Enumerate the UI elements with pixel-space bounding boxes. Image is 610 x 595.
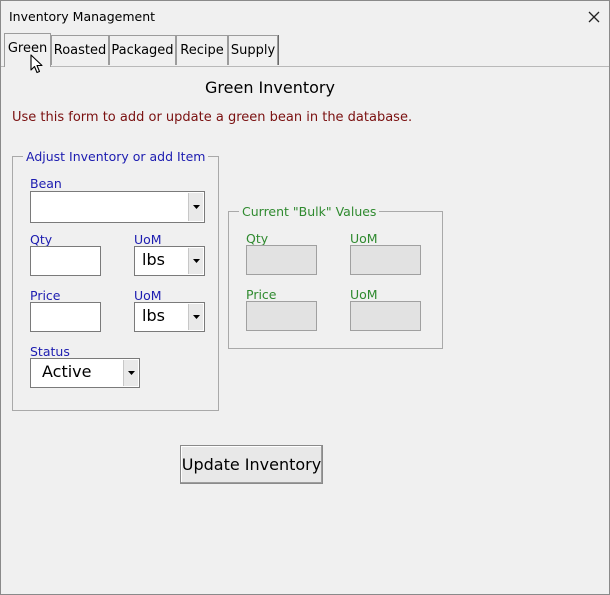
bulk-price-field xyxy=(246,301,317,331)
bean-dropdown-button[interactable] xyxy=(188,193,203,221)
bean-select[interactable] xyxy=(30,191,205,223)
chevron-down-icon xyxy=(192,315,200,319)
qty-uom-label: UoM xyxy=(134,232,162,247)
price-uom-select[interactable]: lbs xyxy=(134,302,205,332)
price-uom-label: UoM xyxy=(134,288,162,303)
tab-packaged[interactable]: Packaged xyxy=(109,35,176,65)
status-value: Active xyxy=(42,362,92,381)
page-title: Green Inventory xyxy=(205,78,335,97)
close-button[interactable] xyxy=(579,3,609,30)
mouse-pointer-icon xyxy=(30,54,43,74)
bulk-qty-uom-field xyxy=(350,245,421,275)
chevron-down-icon xyxy=(192,205,200,209)
price-uom-dropdown-button[interactable] xyxy=(188,304,203,330)
inventory-window: Inventory Management Green Roasted Packa… xyxy=(0,0,610,595)
chevron-down-icon xyxy=(127,371,135,375)
instructions-text: Use this form to add or update a green b… xyxy=(12,110,413,125)
chevron-down-icon xyxy=(192,259,200,263)
tab-recipe[interactable]: Recipe xyxy=(176,35,228,65)
adjust-inventory-legend: Adjust Inventory or add Item xyxy=(26,149,206,164)
tab-recipe-label: Recipe xyxy=(180,43,224,58)
qty-label: Qty xyxy=(30,232,53,247)
tab-supply-label: Supply xyxy=(230,43,276,58)
status-label: Status xyxy=(30,344,70,359)
qty-uom-select[interactable]: lbs xyxy=(134,246,205,276)
bulk-qty-field xyxy=(246,245,317,275)
qty-uom-value: lbs xyxy=(142,250,165,269)
tab-packaged-label: Packaged xyxy=(111,43,174,58)
status-select[interactable]: Active xyxy=(30,358,140,388)
update-inventory-label: Update Inventory xyxy=(181,455,322,474)
window-title: Inventory Management xyxy=(9,9,156,24)
bulk-price-label: Price xyxy=(246,287,277,302)
update-inventory-button[interactable]: Update Inventory xyxy=(180,445,323,484)
close-icon xyxy=(588,11,600,22)
tab-supply[interactable]: Supply xyxy=(228,35,278,65)
bulk-price-uom-label: UoM xyxy=(350,287,378,302)
bulk-values-legend: Current "Bulk" Values xyxy=(242,204,377,219)
bulk-qty-uom-label: UoM xyxy=(350,231,378,246)
tab-roasted[interactable]: Roasted xyxy=(51,35,109,65)
tab-strip-divider xyxy=(1,66,609,67)
qty-input[interactable] xyxy=(30,246,101,276)
price-uom-value: lbs xyxy=(142,306,165,325)
bean-label: Bean xyxy=(30,176,62,191)
price-input[interactable] xyxy=(30,302,101,332)
bulk-qty-label: Qty xyxy=(246,231,269,246)
price-label: Price xyxy=(30,288,61,303)
tab-roasted-label: Roasted xyxy=(53,43,107,58)
status-dropdown-button[interactable] xyxy=(123,360,138,386)
title-bar: Inventory Management xyxy=(1,1,609,32)
bulk-price-uom-field xyxy=(350,301,421,331)
qty-uom-dropdown-button[interactable] xyxy=(188,248,203,274)
